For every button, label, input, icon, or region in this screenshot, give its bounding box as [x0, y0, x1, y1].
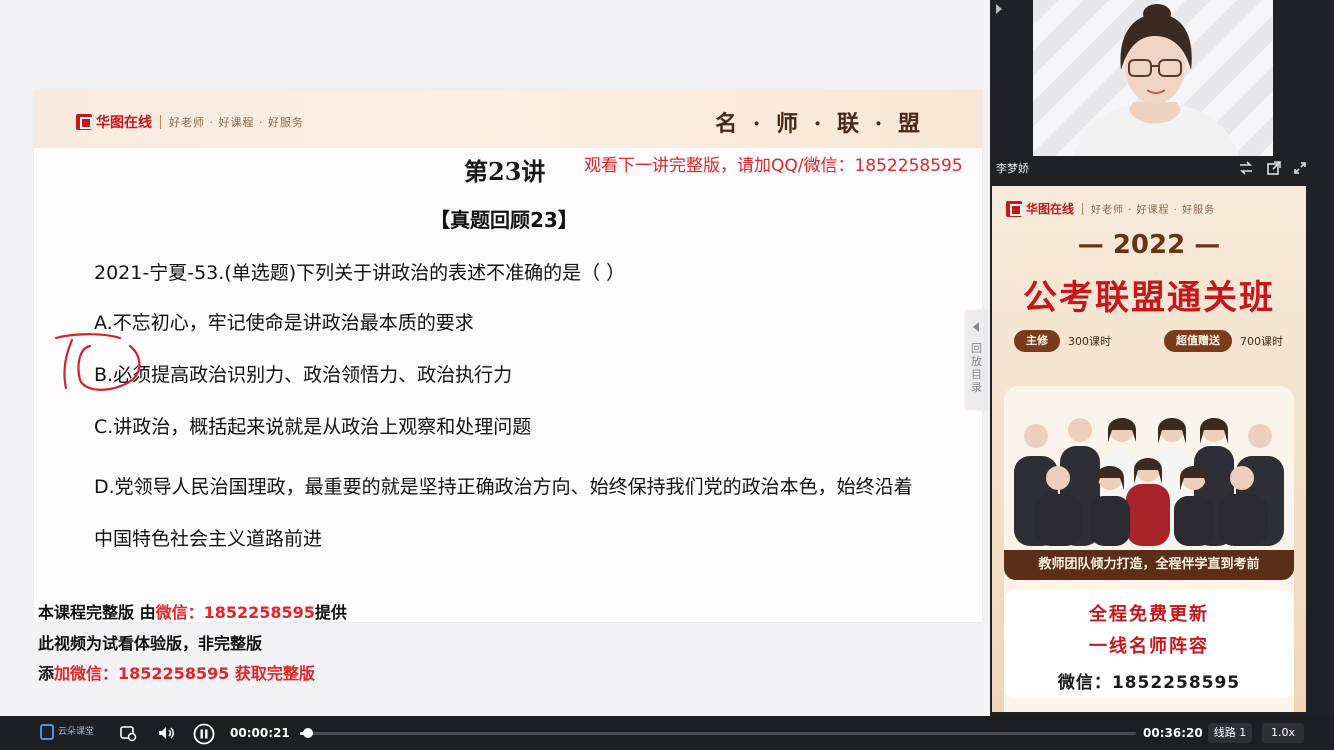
ad-badge-bonus-tag: 超值赠送 — [1164, 330, 1232, 352]
teacher-figure — [1073, 4, 1239, 156]
fullscreen-icon[interactable] — [1292, 160, 1308, 176]
teacher-name: 李梦娇 — [996, 162, 1029, 175]
ad-title: 公考联盟通关班 — [1023, 278, 1275, 318]
brand-name: 华图在线 — [96, 115, 152, 131]
brand-slogan: 好老师 · 好课程 · 好服务 — [169, 116, 304, 129]
ad-teacher-lineup: 一线名师阵容 — [1089, 636, 1209, 657]
ad-brand-name: 华图在线 — [1026, 202, 1075, 216]
brand-icon — [1006, 200, 1022, 217]
ad-brand-logo: 华图在线 好老师 · 好课程 · 好服务 — [1006, 200, 1215, 217]
app-window: 华图在线 好老师 · 好课程 · 好服务 名 · 师 · 联 · 盟 第23讲 … — [0, 0, 1334, 750]
slide-header: 华图在线 好老师 · 好课程 · 好服务 名 · 师 · 联 · 盟 — [34, 90, 982, 148]
teacher-team-illustration — [1014, 418, 1284, 546]
promo-watermark-top: 观看下一讲完整版，请加QQ/微信：1852258595 — [584, 156, 963, 176]
switch-icon[interactable] — [1238, 160, 1254, 176]
pen-annotation-mark — [54, 333, 141, 391]
ad-badge-bonus-value: 700课时 — [1240, 335, 1283, 348]
ad-badge-main-value: 300课时 — [1068, 335, 1111, 348]
player-logo-icon — [40, 724, 54, 740]
pause-icon[interactable] — [192, 723, 216, 745]
option-a: A.不忘初心，牢记使命是讲政治最本质的要求 — [94, 312, 474, 334]
ad-year: — 2022 — — [1077, 230, 1221, 260]
watermark-line-3: 添加微信：1852258595 获取完整版 — [38, 664, 315, 683]
chevron-left-icon — [973, 322, 979, 332]
total-duration: 00:36:20 — [1143, 726, 1203, 740]
ad-badge-bonus: 超值赠送 700课时 — [1164, 330, 1283, 352]
ad-brand-slogan: 好老师 · 好课程 · 好服务 — [1091, 205, 1216, 216]
ad-free-update: 全程免费更新 — [1089, 604, 1209, 625]
line-select-button[interactable]: 线路 1 — [1208, 723, 1252, 743]
expand-arrow-icon[interactable] — [996, 4, 1002, 14]
screenshot-icon[interactable] — [118, 723, 138, 743]
player-logo: 云朵课堂 — [40, 724, 94, 740]
ad-info-box: 全程免费更新 一线名师阵容 微信：1852258595 — [1004, 590, 1294, 698]
option-b: B.必须提高政治识别力、政治领悟力、政治执行力 — [94, 364, 513, 386]
ad-badge-main: 主修 300课时 — [1014, 330, 1111, 352]
ad-wechat-contact: 微信：1852258595 — [1057, 673, 1241, 693]
lecture-title: 第23讲 — [464, 157, 546, 186]
brand-logo: 华图在线 好老师 · 好课程 · 好服务 — [76, 112, 304, 132]
popout-icon[interactable] — [1266, 160, 1282, 176]
volume-icon[interactable] — [156, 723, 176, 743]
progress-handle[interactable] — [303, 728, 314, 738]
brand-icon — [76, 114, 92, 130]
course-ad-banner[interactable]: 华图在线 好老师 · 好课程 · 好服务 — 2022 — 公考联盟通关班 主修… — [992, 186, 1306, 712]
player-control-bar: 云朵课堂 00:00:21 00:36:20 线路 1 1.0x — [0, 716, 1334, 750]
teacher-video — [1033, 0, 1273, 156]
option-d: D.党领导人民治国理政，最重要的就是坚持正确政治方向、始终保持我们党的政治本色，… — [94, 476, 913, 550]
watermark-line-1: 本课程完整版 由微信：1852258595提供 — [38, 603, 347, 622]
header-title: 名 · 师 · 联 · 盟 — [715, 111, 924, 137]
ad-badge-main-tag: 主修 — [1014, 330, 1060, 352]
progress-bar[interactable] — [300, 728, 1136, 738]
current-time: 00:00:21 — [230, 726, 290, 740]
watermark-line-2: 此视频为试看体验版，非完整版 — [38, 634, 263, 653]
ad-slogan-bar: 教师团队倾力打造，全程伴学直到考前 — [1004, 550, 1294, 580]
player-logo-text: 云朵课堂 — [58, 727, 95, 737]
brand-divider — [1082, 202, 1084, 215]
brand-divider — [160, 115, 161, 129]
playback-catalog-label: 回放目录 — [971, 342, 982, 394]
question-text: 2021-宁夏-53.(单选题)下列关于讲政治的表述不准确的是（ ） — [94, 262, 626, 284]
section-title: 【真题回顾23】 — [430, 208, 578, 232]
playback-catalog-tab[interactable]: 回放目录 — [966, 310, 988, 410]
option-c: C.讲政治，概括起来说就是从政治上观察和处理问题 — [94, 416, 532, 438]
playback-speed-button[interactable]: 1.0x — [1262, 723, 1304, 743]
